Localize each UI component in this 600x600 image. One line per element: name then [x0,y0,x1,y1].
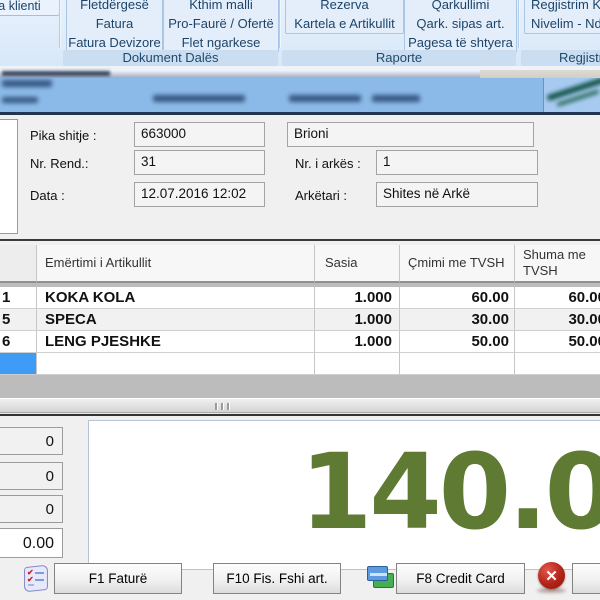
ribbon-group-divider [59,0,60,48]
pos-window: ga klienti Fletdërgesë Fatura Fatura Dev… [0,0,600,600]
ribbon-group-raporte: Raporte [282,50,516,66]
cell-sasia [315,353,400,374]
cell-cmimi: 30.00 [400,309,515,330]
ribbon-toolbar: ga klienti Fletdërgesë Fatura Fatura Dev… [0,0,600,66]
cell-cmimi: 60.00 [400,287,515,308]
menu-item-kthim-malli[interactable]: Kthim malli [164,0,278,14]
amount-input[interactable]: 0.00 [0,528,63,558]
ribbon-stack-turnover: Qarkullimi Qark. sipas art. Pagesa të sh… [404,0,517,53]
cell-code: 1 [0,287,37,308]
splitter-line [0,414,600,416]
cell-name: KOKA KOLA [37,287,315,308]
menu-item-kartela-artikullit[interactable]: Kartela e Artikullit [286,14,403,33]
blurred-text [372,95,420,102]
f8-credit-card-button[interactable]: F8 Credit Card [396,563,525,594]
cell-name: SPECA [37,309,315,330]
arketari-label: Arkëtari : [295,188,347,203]
ribbon-stack-returns: Kthim malli Pro-Faurë / Ofertë Flet ngar… [163,0,279,53]
cell-name [37,353,315,374]
splitter-bar[interactable] [0,399,600,412]
ribbon-button-payment-from-client[interactable]: ga klienti [0,0,60,16]
blurred-title-text [2,71,110,76]
menu-item-fletdergese[interactable]: Fletdërgesë [67,0,162,14]
pika-shitje-name-field[interactable]: Brioni [287,122,534,147]
f1-fature-button[interactable]: F1 Faturë [54,563,182,594]
menu-item-qarkullimi[interactable]: Qarkullimi [405,0,516,14]
menu-item-rezerva[interactable]: Rezerva [286,0,403,14]
cell-code-selected[interactable] [0,353,37,374]
menu-item-nivelim[interactable]: Nivelim - Ndr [525,14,600,33]
nr-rend-label: Nr. Rend.: [30,156,89,171]
cell-code: 5 [0,309,37,330]
column-header-sasia[interactable]: Sasia [315,245,400,283]
section-divider [0,239,600,241]
close-glyph: ✕ [545,567,558,585]
cell-cmimi: 50.00 [400,331,515,352]
cell-shuma: 30.00 [515,309,600,330]
column-header-code[interactable] [0,245,37,283]
pika-shitje-field[interactable]: 663000 [134,122,265,147]
ribbon-stack-register: Regjistrim Ko Nivelim - Ndr [524,0,600,34]
f10-fis-fshi-art-button[interactable]: F10 Fis. Fshi art. [213,563,341,594]
company-logo [543,78,600,112]
data-field[interactable]: 12.07.2016 12:02 [134,182,265,207]
ribbon-stack-invoices: Fletdërgesë Fatura Fatura Devizore [66,0,163,53]
menu-item-qark-sipas-art[interactable]: Qark. sipas art. [405,14,516,33]
ribbon-group-dokument-dales: Dokument Dalës [63,50,278,66]
splitter-grip-icon[interactable] [215,403,230,410]
cell-shuma: 60.00 [515,287,600,308]
credit-card-icon[interactable] [366,564,393,590]
grand-total-value: 140.00 [300,426,600,559]
ribbon-group-divider [518,0,519,48]
column-header-shuma[interactable]: Shuma me TVSH [515,245,600,283]
partial-button-right[interactable] [572,563,600,594]
table-row-new[interactable] [0,353,600,375]
close-icon[interactable]: ✕ [538,562,565,589]
cell-name: LENG PJESHKE [37,331,315,352]
blurred-text [2,97,38,103]
blurred-text [289,95,361,102]
ribbon-group-divider [279,0,280,48]
invoice-header-panel: Pika shitje : 663000 Brioni Nr. Rend.: 3… [0,115,600,239]
items-table: Emërtimi i Artikullit Sasia Çmimi me TVS… [0,245,600,398]
invoice-icon[interactable]: ✔ ✔ [22,564,50,591]
menu-item-fatura[interactable]: Fatura [67,14,162,33]
nr-arkes-field[interactable]: 1 [376,150,538,175]
arketari-field[interactable]: Shites në Arkë [376,182,538,207]
invoice-title-band [0,78,600,112]
blurred-text [153,95,245,102]
cell-sasia: 1.000 [315,287,400,308]
counter-field-3[interactable]: 0 [0,495,63,523]
table-row[interactable]: 6 LENG PJESHKE 1.000 50.00 50.00 [0,331,600,353]
cell-sasia: 1.000 [315,309,400,330]
nr-rend-field[interactable]: 31 [134,150,265,175]
column-header-cmimi[interactable]: Çmimi me TVSH [400,245,515,283]
counter-field-2[interactable]: 0 [0,462,63,490]
nr-arkes-label: Nr. i arkës : [295,156,361,171]
ribbon-button-label: ga klienti [0,0,41,13]
table-row[interactable]: 5 SPECA 1.000 30.00 30.00 [0,309,600,331]
menu-item-regjistrim[interactable]: Regjistrim Ko [525,0,600,14]
pika-shitje-label: Pika shitje : [30,128,96,143]
cell-shuma: 50.00 [515,331,600,352]
cell-cmimi [400,353,515,374]
side-panel [0,119,18,234]
ribbon-group-regjistr: Regjistr [521,50,600,66]
menu-item-pro-faure-oferte[interactable]: Pro-Faurë / Ofertë [164,14,278,33]
data-label: Data : [30,188,65,203]
cell-shuma [515,353,600,374]
blurred-text [2,80,52,87]
counter-field-1[interactable]: 0 [0,427,63,455]
column-header-emertimi[interactable]: Emërtimi i Artikullit [37,245,315,283]
window-strip-right [480,70,600,78]
cell-code: 6 [0,331,37,352]
ribbon-stack-cards: Rezerva Kartela e Artikullit [285,0,404,34]
cell-sasia: 1.000 [315,331,400,352]
table-row[interactable]: 1 KOKA KOLA 1.000 60.00 60.00 [0,287,600,309]
